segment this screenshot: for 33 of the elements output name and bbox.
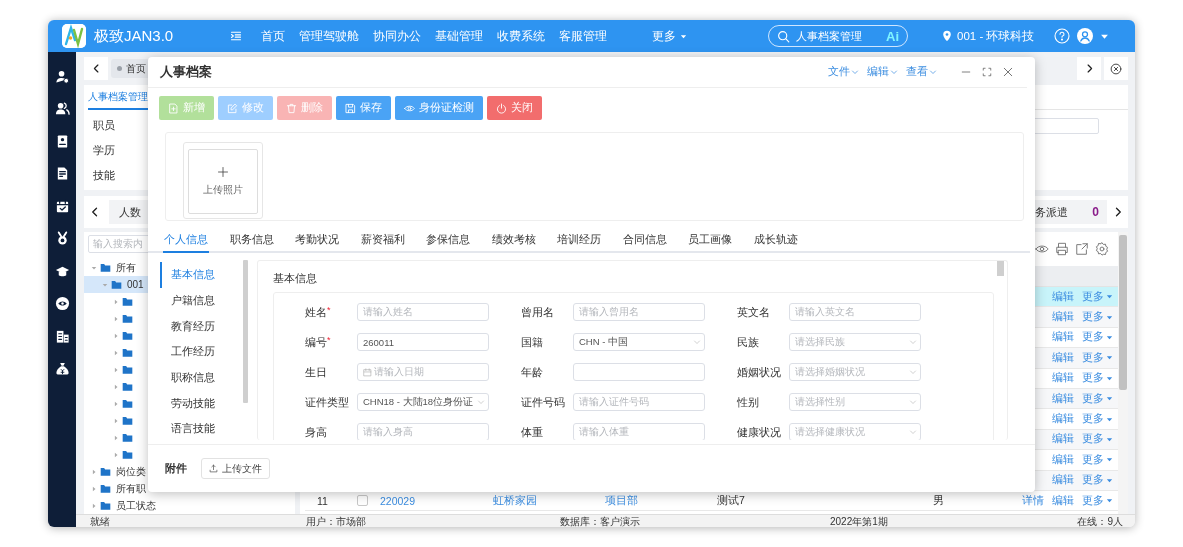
status-text: 2022年第1期	[830, 515, 889, 527]
field-label: 民族	[737, 334, 760, 350]
status-text: 在线：9人	[1077, 515, 1123, 527]
field-label: 生日	[305, 364, 328, 380]
field-label: 婚姻状况	[737, 364, 782, 380]
field-label: 国籍	[521, 334, 544, 350]
field-label: 健康状况	[737, 424, 782, 440]
status-text: 就绪	[90, 515, 111, 527]
field-label: 姓名*	[305, 304, 332, 320]
field-label: 年龄	[521, 364, 544, 380]
field-label: 证件号码	[521, 394, 566, 410]
filter-label: 技能	[93, 168, 115, 183]
status-text: 数据库：客户演示	[560, 515, 641, 527]
field-label: 性别	[737, 394, 760, 410]
dialog-title: 人事档案	[160, 63, 212, 81]
field-label: 英文名	[737, 304, 771, 320]
field-label: 编号*	[305, 334, 332, 350]
field-label: 体重	[521, 424, 544, 440]
status-text: 用户：市场部	[306, 515, 367, 527]
field-label: 证件类型	[305, 394, 350, 410]
table-cell-text: 测试7	[716, 493, 746, 508]
upload-label: 上传照片	[203, 183, 243, 197]
row-number: 11	[316, 494, 329, 507]
table-cell-text: 男	[932, 493, 945, 508]
stat-value: 0	[1092, 205, 1099, 219]
field-label: 曾用名	[521, 304, 555, 320]
filter-label: 职员	[93, 118, 115, 133]
filter-label: 学历	[93, 143, 115, 158]
field-label: 身高	[305, 424, 328, 440]
stat-label: 务派遣	[1035, 204, 1068, 220]
app-name: 极致JAN3.0	[94, 26, 175, 46]
attachment-label: 附件	[165, 461, 187, 476]
section-title: 基本信息	[273, 271, 318, 286]
